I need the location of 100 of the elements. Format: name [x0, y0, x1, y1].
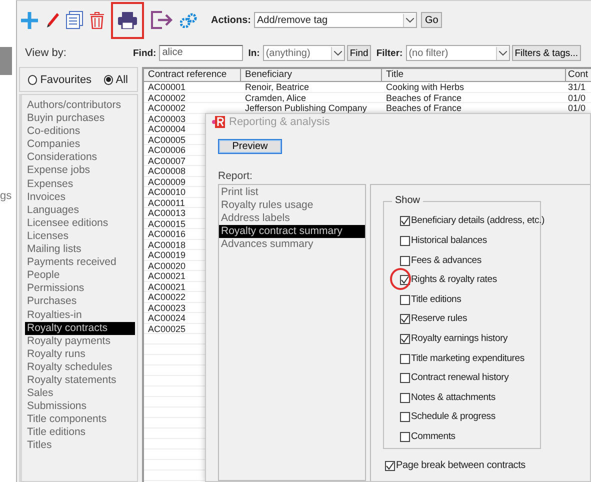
find-label: Find:	[133, 48, 156, 58]
checkbox-label[interactable]: Page break between contracts	[396, 461, 526, 472]
checkbox-label[interactable]: Contract renewal history	[411, 373, 509, 384]
list-item[interactable]: Title editions	[25, 426, 135, 440]
plus-icon[interactable]	[21, 12, 38, 28]
table-cell: 01/0	[568, 92, 586, 102]
table-cell: AC00002	[148, 92, 186, 102]
radio-label[interactable]: All	[116, 74, 128, 86]
column-header[interactable]: Beneficiary	[241, 69, 382, 81]
preview-button[interactable]: Preview	[218, 139, 282, 154]
table-cell: AC00002	[148, 103, 186, 112]
checkbox[interactable]	[400, 392, 410, 403]
list-item[interactable]: Companies	[25, 138, 135, 152]
checkbox-label[interactable]: Royalty earnings history	[411, 334, 508, 344]
column-header[interactable]: Contract reference	[144, 69, 241, 81]
report-item[interactable]: Print list	[219, 186, 365, 200]
table-cell: AC00005	[148, 134, 186, 144]
list-item[interactable]: Royalty schedules	[25, 360, 135, 374]
pencil-icon[interactable]	[45, 12, 59, 28]
trash-icon[interactable]	[90, 12, 104, 28]
checkbox[interactable]	[400, 256, 410, 266]
checkbox-label[interactable]: Historical balances	[411, 236, 487, 246]
list-item[interactable]: Considerations	[25, 151, 135, 164]
list-item[interactable]: Permissions	[25, 282, 135, 296]
checkbox[interactable]	[400, 412, 410, 422]
report-item[interactable]: Address labels	[219, 212, 365, 225]
checkbox-label[interactable]: Title editions	[411, 294, 462, 305]
list-item[interactable]: Royalty statements	[25, 374, 135, 388]
printer-icon[interactable]	[111, 2, 144, 38]
list-item[interactable]: Buyin purchases	[25, 112, 135, 126]
checkbox[interactable]	[400, 216, 410, 226]
filter-dropdown[interactable]: (no filter)	[406, 45, 510, 61]
list-item[interactable]: Purchases	[25, 295, 135, 308]
app-logo-icon	[212, 116, 225, 128]
table-cell: AC00001	[148, 82, 186, 92]
radio-button[interactable]	[28, 74, 38, 84]
exit-arrow-icon[interactable]	[151, 11, 173, 29]
table-cell: Cooking with Herbs	[386, 82, 464, 92]
checkbox-label[interactable]: Fees & advances	[411, 256, 482, 266]
list-item[interactable]: Submissions	[25, 400, 135, 414]
list-item[interactable]: Authors/contributors	[25, 99, 135, 112]
checkbox[interactable]	[400, 334, 410, 344]
list-item[interactable]: Royalty payments	[25, 334, 135, 348]
checkbox[interactable]	[400, 432, 410, 442]
table-cell: AC00024	[148, 313, 186, 322]
table-cell: 31/1	[568, 82, 586, 92]
list-item[interactable]: Expense jobs	[25, 164, 135, 178]
list-item[interactable]: People	[25, 269, 135, 282]
list-item[interactable]: Co-editions	[25, 125, 135, 138]
checkbox[interactable]	[400, 294, 410, 305]
go-button[interactable]: Go	[421, 12, 442, 28]
list-item[interactable]: Mailing lists	[25, 243, 135, 256]
checkbox-label[interactable]: Beneficiary details (address, etc.)	[411, 216, 544, 226]
list-item[interactable]: Expenses	[25, 178, 135, 191]
checkbox[interactable]	[400, 236, 410, 246]
document-icon[interactable]	[66, 11, 83, 29]
checkbox-label[interactable]: Schedule & progress	[411, 412, 496, 422]
checkbox-label[interactable]: Reserve rules	[411, 314, 468, 324]
table-cell: 01/0	[568, 103, 586, 112]
report-item[interactable]: Royalty rules usage	[219, 199, 365, 212]
list-item[interactable]: Languages	[25, 204, 135, 217]
list-item[interactable]: Royalties-in	[25, 308, 135, 322]
actions-dropdown[interactable]: Add/remove tag	[254, 12, 417, 28]
checkbox[interactable]	[385, 461, 395, 472]
radio-label[interactable]: Favourites	[40, 74, 92, 86]
list-item[interactable]: Titles	[25, 439, 135, 453]
checkbox[interactable]	[400, 354, 410, 364]
report-label: Report:	[218, 170, 254, 182]
checkbox-label[interactable]: Rights & royalty rates	[411, 275, 497, 286]
filters-button[interactable]: Filters & tags...	[512, 45, 582, 61]
list-item[interactable]: Invoices	[25, 190, 135, 204]
list-item[interactable]: Royalty contracts	[25, 322, 135, 335]
actions-label: Actions:	[211, 14, 251, 26]
list-item[interactable]: Royalty runs	[25, 348, 135, 361]
gears-icon[interactable]	[180, 12, 197, 28]
in-label: In:	[248, 48, 260, 58]
report-item[interactable]: Royalty contract summary	[219, 224, 365, 238]
table-cell: Beaches of France	[386, 92, 462, 102]
table-cell: Jefferson Publishing Company	[245, 103, 367, 112]
list-item[interactable]: Licensee editions	[25, 216, 135, 230]
list-item[interactable]: Licenses	[25, 230, 135, 244]
report-item[interactable]: Advances summary	[219, 238, 365, 250]
find-field[interactable]: alice	[159, 45, 244, 61]
table-cell: AC00003	[148, 114, 186, 123]
column-header[interactable]: Title	[382, 69, 566, 81]
checkbox-label[interactable]: Title marketing expenditures	[411, 354, 524, 364]
checkbox-label[interactable]: Notes & attachments	[411, 392, 496, 403]
list-item[interactable]: Title components	[25, 413, 135, 426]
radio-button[interactable]	[104, 74, 113, 84]
column-header[interactable]: Cont	[566, 69, 591, 81]
checkbox-label[interactable]: Comments	[411, 432, 456, 442]
table-cell: AC00020	[148, 260, 186, 270]
table-cell: AC00025	[148, 324, 186, 333]
list-item[interactable]: Sales	[25, 387, 135, 400]
checkbox[interactable]	[400, 314, 410, 324]
in-dropdown[interactable]: (anything)	[262, 45, 345, 61]
table-cell: AC00004	[148, 124, 186, 134]
find-button[interactable]: Find	[346, 45, 372, 61]
checkbox[interactable]	[400, 373, 410, 384]
list-item[interactable]: Payments received	[25, 256, 135, 270]
